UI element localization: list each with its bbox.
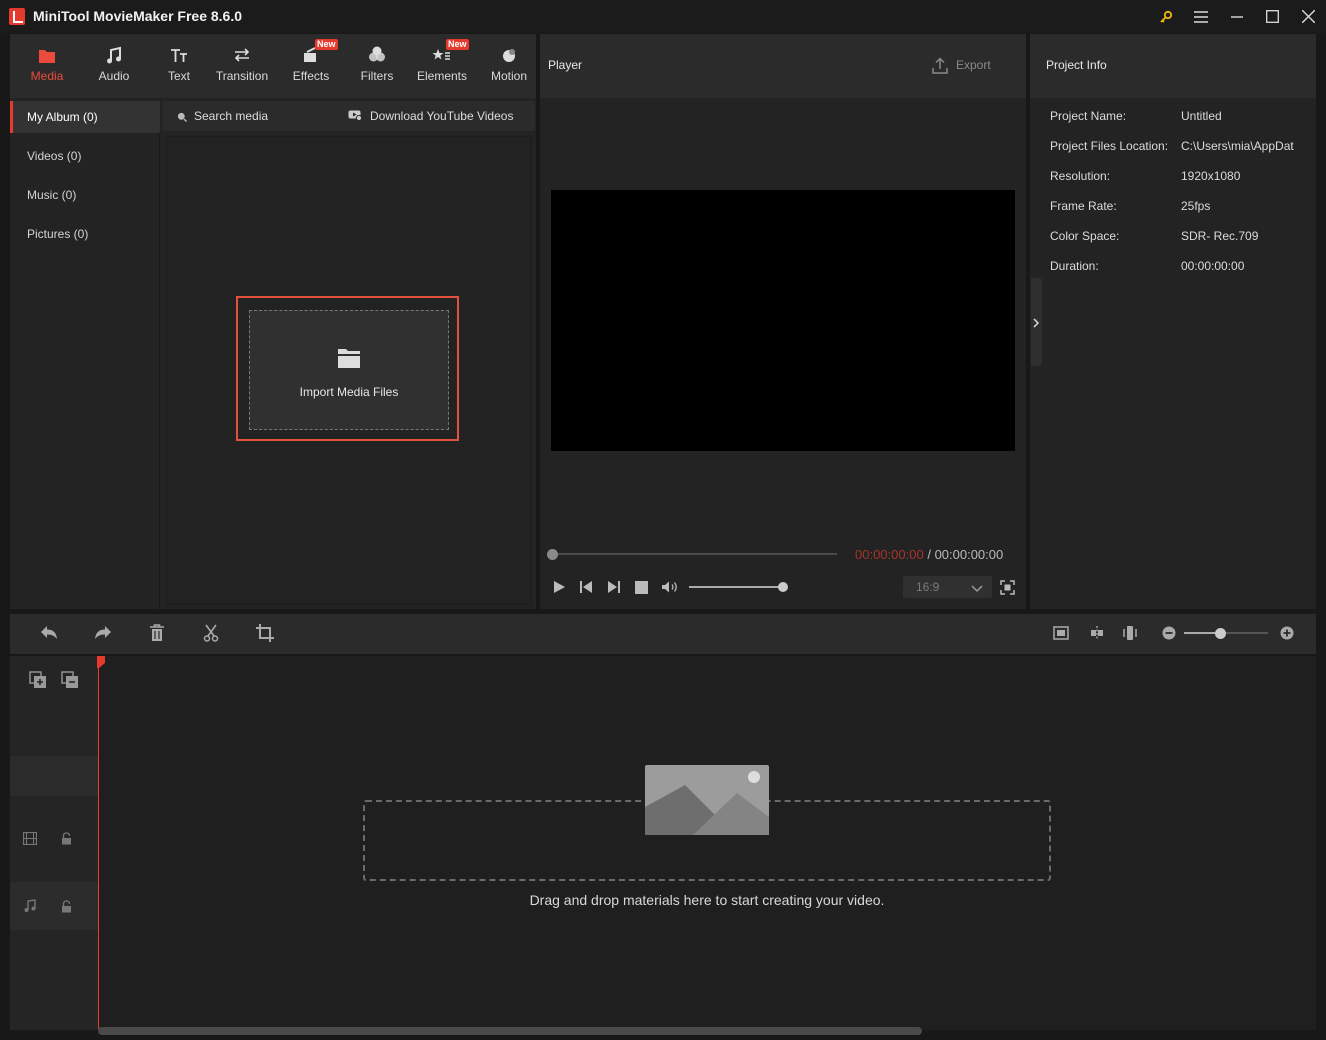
youtube-download-icon — [348, 110, 363, 122]
previous-frame-icon[interactable] — [579, 580, 593, 594]
app-title: MiniTool MovieMaker Free 8.6.0 — [33, 8, 243, 24]
volume-slider-track[interactable] — [689, 586, 781, 588]
color-space-value: SDR- Rec.709 — [1181, 229, 1259, 243]
tab-motion[interactable]: Motion — [476, 44, 542, 90]
duration-label: Duration: — [1050, 259, 1099, 273]
tab-effects[interactable]: New Effects — [278, 39, 344, 90]
video-track-icon — [22, 831, 38, 846]
sidebar-item-videos[interactable]: Videos (0) — [10, 140, 160, 172]
tab-elements[interactable]: New Elements — [409, 39, 475, 90]
tab-label: Motion — [490, 69, 528, 83]
project-info-title: Project Info — [1046, 58, 1107, 72]
album-sidebar — [10, 99, 160, 609]
close-button[interactable] — [1297, 6, 1319, 28]
project-name-label: Project Name: — [1050, 109, 1127, 123]
export-button[interactable]: Export — [956, 58, 991, 72]
fullscreen-icon[interactable] — [1000, 580, 1015, 595]
duration-value: 00:00:00:00 — [1181, 259, 1245, 273]
zoom-out-icon[interactable] — [1162, 626, 1176, 640]
drop-hint: Drag and drop materials here to start cr… — [529, 892, 885, 908]
chevron-down-icon — [971, 582, 983, 593]
aspect-ratio-value: 16:9 — [916, 580, 940, 594]
zoom-slider-handle[interactable] — [1215, 628, 1226, 639]
project-location-value: C:\Users\mia\AppDat — [1181, 139, 1294, 153]
tab-label: Audio — [98, 69, 130, 83]
download-youtube-button[interactable]: Download YouTube Videos — [370, 109, 513, 123]
tab-filters[interactable]: Filters — [344, 44, 410, 90]
app-logo — [9, 8, 25, 25]
volume-slider-handle[interactable] — [778, 582, 788, 592]
maximize-button[interactable] — [1261, 6, 1283, 28]
zoom-in-icon[interactable] — [1280, 626, 1294, 640]
folder-icon — [337, 347, 361, 369]
sidebar-item-music[interactable]: Music (0) — [10, 179, 160, 211]
new-badge: New — [315, 39, 338, 50]
split-icon[interactable] — [202, 624, 220, 642]
import-media-button[interactable] — [249, 310, 449, 430]
tab-label: Filters — [360, 69, 394, 83]
time-display: 00:00:00:00 / 00:00:00:00 — [855, 547, 1003, 562]
volume-icon[interactable] — [661, 580, 679, 594]
tab-text[interactable]: Text — [146, 44, 212, 90]
resolution-value: 1920x1080 — [1181, 169, 1241, 183]
color-space-label: Color Space: — [1050, 229, 1120, 243]
video-preview — [551, 190, 1015, 451]
tab-label: Effects — [292, 69, 330, 83]
redo-icon[interactable] — [93, 624, 113, 642]
time-separator: / — [927, 547, 931, 562]
player-header — [540, 34, 1026, 98]
undo-icon[interactable] — [39, 624, 59, 642]
music-track-icon — [23, 899, 37, 913]
menu-icon[interactable] — [1190, 6, 1212, 28]
tab-label: Elements — [416, 69, 468, 83]
track-height-icon[interactable] — [1122, 625, 1138, 641]
play-icon[interactable] — [552, 580, 566, 594]
image-placeholder-icon — [645, 765, 769, 835]
tab-label: Transition — [215, 69, 269, 83]
resolution-label: Resolution: — [1050, 169, 1111, 183]
key-icon[interactable] — [1155, 6, 1177, 28]
frame-rate-value: 25fps — [1181, 199, 1211, 213]
playhead-handle[interactable] — [97, 656, 105, 668]
playhead-line — [98, 656, 99, 1029]
playback-progress-handle[interactable] — [547, 549, 558, 560]
next-frame-icon[interactable] — [607, 580, 621, 594]
tab-label: Media — [30, 69, 64, 83]
track-header-row — [10, 756, 98, 796]
add-track-icon[interactable] — [29, 671, 47, 689]
sidebar-item-my-album[interactable]: My Album (0) — [10, 101, 160, 133]
stop-icon[interactable] — [635, 581, 648, 594]
chevron-right-icon — [1033, 317, 1040, 328]
crop-icon[interactable] — [256, 624, 274, 642]
tab-transition[interactable]: Transition — [209, 44, 275, 90]
lock-icon[interactable] — [61, 832, 72, 845]
timeline-scrollbar[interactable] — [98, 1027, 922, 1035]
project-name-value: Untitled — [1181, 109, 1222, 123]
import-media-label: Import Media Files — [299, 385, 399, 399]
player-title: Player — [548, 58, 583, 72]
minimize-button[interactable] — [1226, 6, 1248, 28]
playback-progress-track[interactable] — [553, 553, 837, 555]
frame-rate-label: Frame Rate: — [1050, 199, 1117, 213]
lock-icon[interactable] — [61, 900, 72, 913]
tab-media[interactable]: Media — [14, 44, 80, 90]
search-icon — [177, 111, 187, 122]
remove-track-icon[interactable] — [61, 671, 79, 689]
delete-icon[interactable] — [149, 624, 165, 642]
tab-label: Text — [167, 69, 190, 83]
current-time: 00:00:00:00 — [855, 547, 924, 562]
tab-audio[interactable]: Audio — [81, 44, 147, 90]
search-input[interactable]: Search media — [194, 109, 268, 123]
sidebar-item-pictures[interactable]: Pictures (0) — [10, 218, 160, 250]
project-location-label: Project Files Location: — [1050, 139, 1169, 153]
total-time: 00:00:00:00 — [934, 547, 1004, 562]
snap-icon[interactable] — [1089, 625, 1105, 641]
new-badge: New — [446, 39, 469, 50]
export-icon — [932, 57, 948, 74]
fit-timeline-icon[interactable] — [1053, 625, 1069, 641]
